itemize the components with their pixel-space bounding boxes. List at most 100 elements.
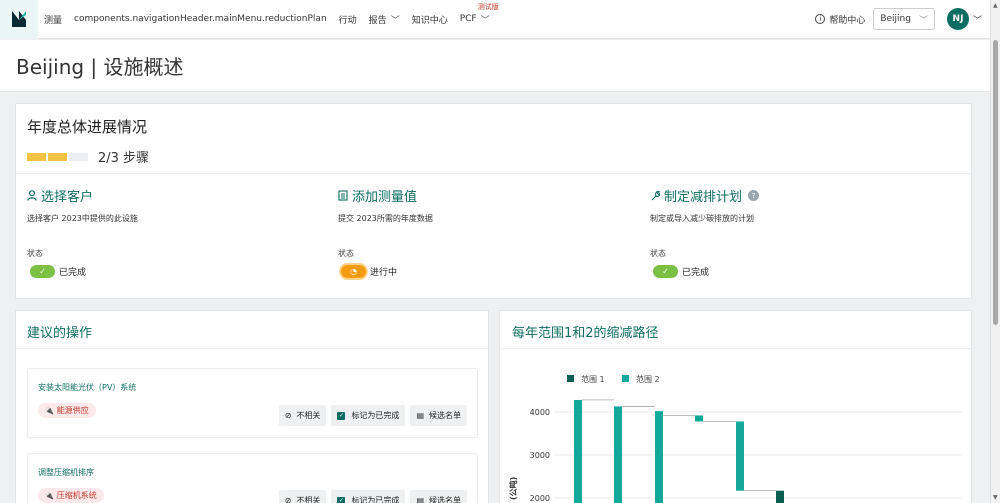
bookmark-icon: ▤ (416, 496, 424, 503)
progress-segment (27, 152, 46, 161)
reduction-path-card: 每年范围1和2的缩减路径 范围 1 范围 2 2000 3000 4000 (公吨) (499, 310, 972, 503)
chart-bar (695, 415, 703, 422)
user-avatar[interactable]: NJ (946, 8, 969, 30)
step-add-measurements: 添加测量值 提交 2023所需的年度数据 状态 ◔ 进行中 (338, 186, 638, 278)
y-tick-label: 2000 (530, 494, 550, 503)
bookmark-icon: ▤ (416, 411, 424, 420)
wrench-icon (651, 190, 660, 201)
step-reduction-plan: 制定减排计划 ? 制定或导入减少碳排放的计划 状态 ✓ 已完成 (650, 186, 950, 278)
scroll-down-icon[interactable]: ▼ (993, 494, 998, 501)
nav-measure-label: 测量 (44, 15, 63, 26)
annual-progress-title: 年度总体进展情况 (27, 118, 148, 136)
not-relevant-button[interactable]: ⊘ 不相关 (278, 490, 327, 503)
status-badge: ✓ 已完成 (27, 265, 327, 278)
action-title[interactable]: 调整压缩机排序 (38, 467, 477, 478)
nav-reduction-plan-label: components.navigationHeader.mainMenu.red… (74, 14, 327, 24)
category-tag-text: 压缩机系统 (56, 491, 97, 500)
step-title[interactable]: 制定减排计划 ? (650, 186, 950, 205)
eye-off-icon: ⊘ (284, 411, 292, 420)
category-tag: 🔌 压缩机系统 (38, 488, 104, 503)
info-icon: i (815, 14, 826, 24)
nav-reports[interactable]: 报告 ﹀ (369, 13, 400, 26)
in-progress-icon: ◔ (341, 265, 366, 278)
nav-knowledge-label: 知识中心 (411, 15, 448, 26)
help-center-link[interactable]: i 帮助中心 (815, 13, 865, 26)
suggested-actions-title: 建议的操作 (16, 311, 488, 349)
step-title[interactable]: 选择客户 (27, 186, 327, 205)
step-title-text: 制定减排计划 (664, 190, 743, 205)
suggested-actions-card: 建议的操作 安装太阳能光伏（PV）系统 🔌 能源供应 ⊘ 不相关 ✓ 标记为已完成 ▤… (15, 310, 489, 503)
category-tag-text: 能源供应 (56, 406, 89, 415)
status-label: 状态 (338, 249, 354, 258)
step-title-text: 添加测量值 (352, 190, 418, 205)
y-axis-label: (公吨) (508, 477, 518, 500)
plug-icon: 🔌 (45, 406, 54, 415)
button-label: 候选名单 (429, 411, 461, 420)
not-relevant-button[interactable]: ⊘ 不相关 (278, 405, 327, 426)
chart-bar (574, 399, 582, 503)
logo-icon (12, 11, 26, 27)
nav-reduction-plan[interactable]: components.navigationHeader.mainMenu.red… (74, 14, 327, 24)
step-description: 提交 2023所需的年度数据 (338, 214, 433, 223)
progress-segment (69, 152, 88, 161)
help-center-label: 帮助中心 (829, 15, 866, 26)
legend-swatch (567, 375, 574, 382)
shortlist-button[interactable]: ▤ 候选名单 (410, 405, 467, 426)
action-item[interactable]: 调整压缩机排序 🔌 压缩机系统 ⊘ 不相关 ✓ 标记为已完成 ▤ 候选名单 (27, 453, 478, 503)
page-scrollbar[interactable]: ▲ ▼ (990, 0, 1000, 503)
mark-done-button[interactable]: ✓ 标记为已完成 (331, 490, 406, 503)
check-icon: ✓ (30, 265, 55, 278)
nav-pcf-label: PCF (459, 14, 477, 24)
legend-swatch (622, 375, 629, 382)
top-navigation: 测量 components.navigationHeader.mainMenu.… (0, 0, 990, 39)
nav-actions-label: 行动 (338, 15, 357, 26)
progress-indicator: 2/3 步骤 (27, 147, 971, 166)
nav-knowledge-center[interactable]: 知识中心 (412, 13, 448, 26)
status-text: 已完成 (682, 268, 710, 278)
shortlist-button[interactable]: ▤ 候选名单 (410, 490, 467, 503)
app-logo[interactable] (0, 0, 38, 39)
annual-progress-header: 年度总体进展情况 2/3 步骤 (16, 104, 971, 174)
chart-bar (655, 411, 663, 503)
nav-pcf[interactable]: PCF ﹀ 测试版 (459, 3, 499, 26)
chevron-down-icon[interactable]: ﹀ (973, 13, 982, 26)
chart-bar (614, 406, 622, 503)
steps-row: 选择客户 选择客户 2023中提供的此设施 状态 ✓ 已完成 添加测量值 提交 2… (16, 174, 971, 300)
step-title[interactable]: 添加测量值 (338, 186, 638, 205)
action-title[interactable]: 安装太阳能光伏（PV）系统 (38, 382, 477, 393)
scroll-up-icon[interactable]: ▲ (993, 2, 998, 9)
nav-measure[interactable]: 测量 (44, 13, 62, 26)
nav-right-group: i 帮助中心 Beijing ﹀ NJ ﹀ (815, 8, 990, 30)
annual-progress-card: 年度总体进展情况 2/3 步骤 选择客户 选择客户 2023中提供的此设施 状态… (15, 103, 972, 299)
step-select-customer: 选择客户 选择客户 2023中提供的此设施 状态 ✓ 已完成 (27, 186, 327, 278)
nav-reports-label: 报告 (368, 15, 387, 26)
user-icon (27, 190, 37, 201)
legend-label: 范围 1 (581, 374, 605, 384)
mark-done-button[interactable]: ✓ 标记为已完成 (331, 405, 406, 426)
nav-actions[interactable]: 行动 (339, 13, 357, 26)
progress-segment (48, 152, 67, 161)
status-label: 状态 (27, 249, 43, 258)
chart-bar (776, 490, 784, 503)
action-buttons: ⊘ 不相关 ✓ 标记为已完成 ▤ 候选名单 (274, 405, 467, 426)
location-value: Beijing (880, 14, 911, 24)
step-title-text: 选择客户 (41, 190, 94, 205)
button-label: 标记为已完成 (351, 496, 400, 503)
button-label: 不相关 (296, 411, 321, 420)
page-header: Beijing | 设施概述 (0, 40, 990, 92)
y-tick-label: 4000 (530, 408, 550, 417)
reduction-path-title: 每年范围1和2的缩减路径 (500, 311, 971, 349)
scrollbar-thumb[interactable] (993, 40, 998, 325)
chevron-down-icon: ﹀ (480, 15, 490, 26)
category-tag: 🔌 能源供应 (38, 403, 96, 418)
y-tick-label: 3000 (530, 451, 550, 460)
status-badge: ✓ 已完成 (650, 265, 950, 278)
help-icon[interactable]: ? (748, 190, 760, 201)
progress-text: 2/3 步骤 (98, 151, 150, 166)
step-description: 选择客户 2023中提供的此设施 (27, 214, 138, 223)
checkbox-icon: ✓ (337, 496, 346, 503)
reduction-path-chart: 范围 1 范围 2 2000 3000 4000 (公吨) (508, 374, 962, 503)
location-select[interactable]: Beijing ﹀ (873, 8, 935, 30)
action-item[interactable]: 安装太阳能光伏（PV）系统 🔌 能源供应 ⊘ 不相关 ✓ 标记为已完成 ▤ 候选名单 (27, 368, 478, 438)
eye-off-icon: ⊘ (284, 496, 292, 503)
